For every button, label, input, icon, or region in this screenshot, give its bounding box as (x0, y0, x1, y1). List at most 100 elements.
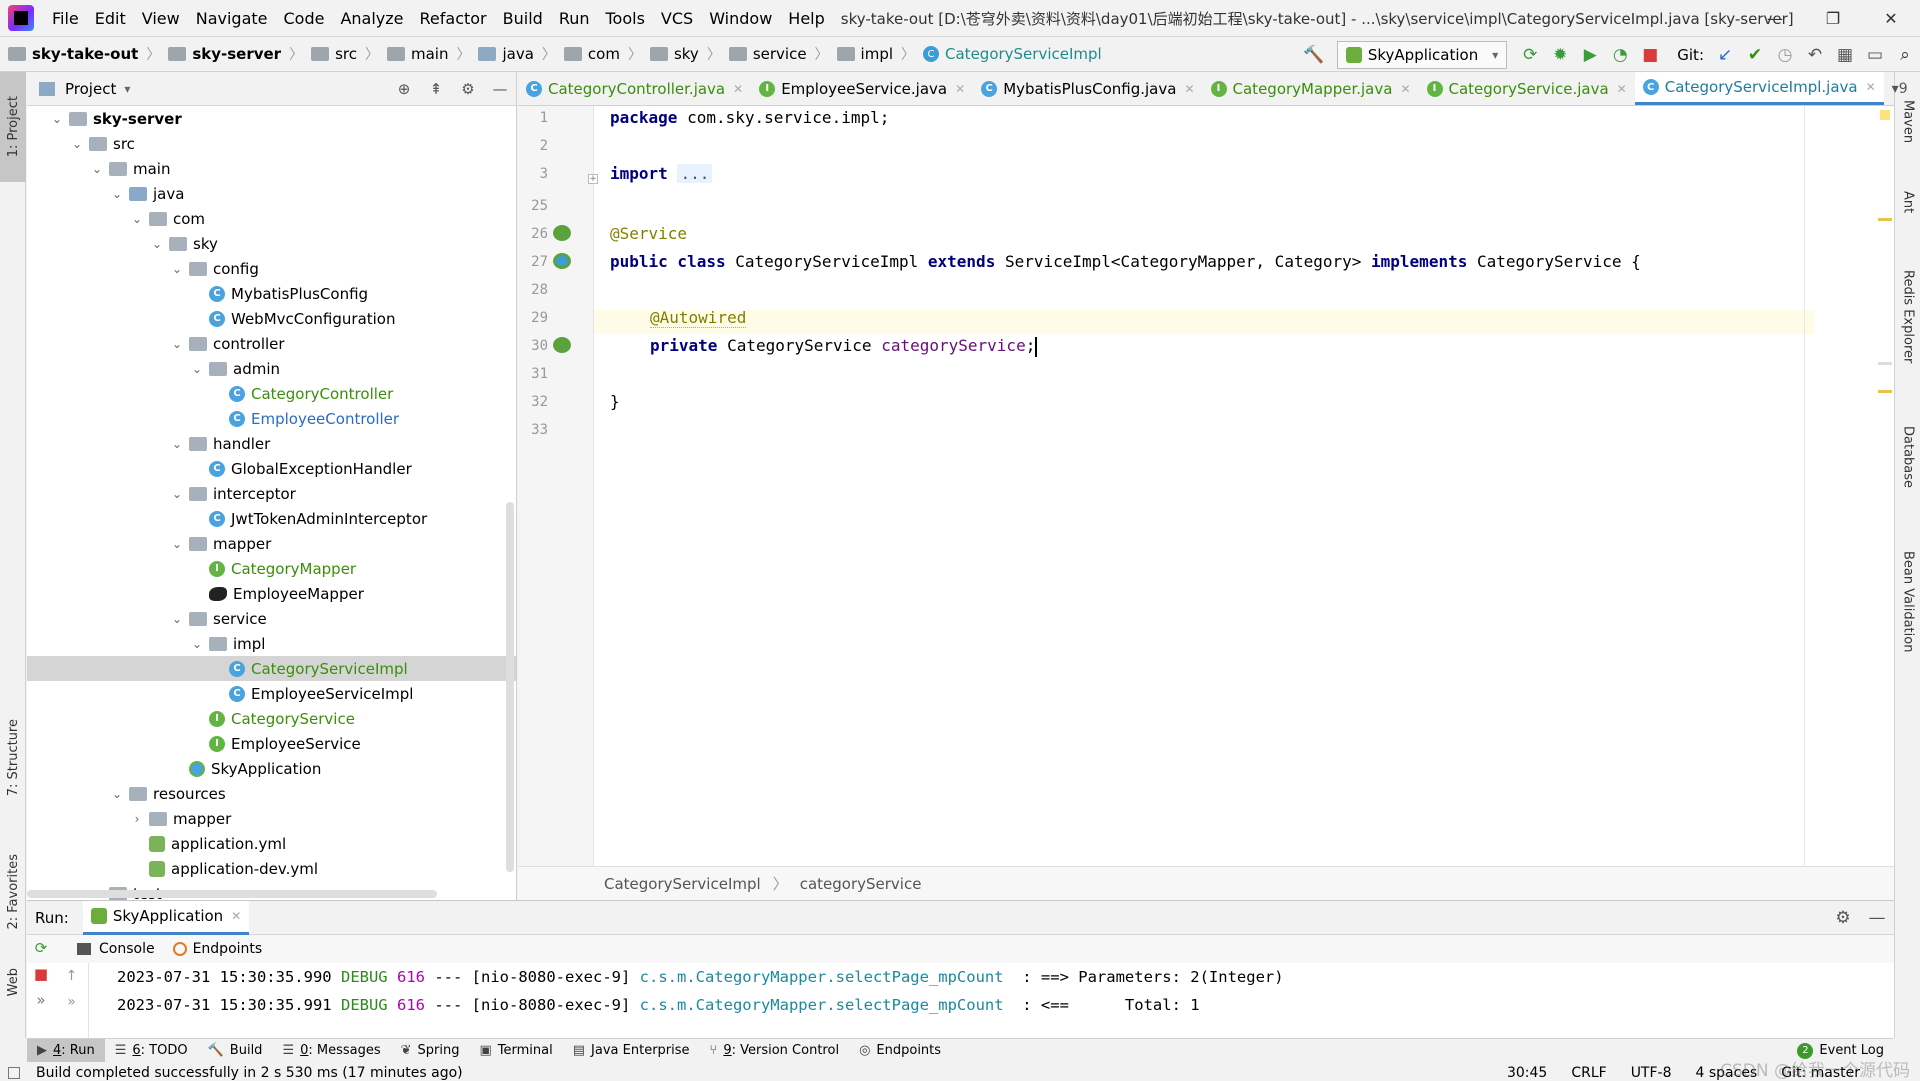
close-icon[interactable]: ✕ (1184, 82, 1194, 96)
tree-node[interactable]: EmployeeMapper (27, 581, 516, 606)
coverage-icon[interactable]: ▶ (1575, 40, 1605, 70)
editor-tab[interactable]: I CategoryMapper.java ✕ (1203, 72, 1419, 105)
editor-tab[interactable]: C CategoryController.java ✕ (518, 72, 751, 105)
vertical-scrollbar[interactable] (506, 502, 514, 872)
tree-node[interactable]: › mapper (27, 806, 516, 831)
spring-bean-icon[interactable] (552, 224, 572, 242)
stop-icon[interactable]: ■ (27, 961, 55, 987)
crumb-impl[interactable]: impl 〉 (829, 44, 915, 64)
tree-node[interactable]: C WebMvcConfiguration (27, 306, 516, 331)
editor-tab[interactable]: C MybatisPlusConfig.java ✕ (973, 72, 1202, 105)
search-icon[interactable]: ⌕ (1890, 40, 1920, 70)
tree-node[interactable]: ⌄ com (27, 206, 516, 231)
tool-tab-bean-validation[interactable]: Bean Validation (1895, 522, 1920, 682)
chevron-down-icon[interactable]: ⌄ (169, 537, 185, 551)
chevron-down-icon[interactable]: ⌄ (169, 487, 185, 501)
bottom-tool-button[interactable]: ❦ Spring (391, 1039, 470, 1063)
build-hammer-icon[interactable]: 🔨 (1299, 40, 1329, 70)
tree-node[interactable]: ⌄ sky-server (27, 106, 516, 131)
git-commit-icon[interactable]: ✔ (1740, 40, 1770, 70)
console-tab[interactable]: Console (77, 941, 155, 957)
git-history-icon[interactable]: ◷ (1770, 40, 1800, 70)
scroll-up-icon[interactable]: ↑ (55, 963, 88, 989)
chevron-down-icon[interactable]: ⌄ (169, 612, 185, 626)
menu-refactor[interactable]: Refactor (412, 9, 495, 28)
chevron-down-icon[interactable]: ⌄ (109, 787, 125, 801)
hide-icon[interactable]: — (1860, 908, 1894, 928)
chevron-down-icon[interactable]: ⌄ (169, 262, 185, 276)
tree-node[interactable]: SkyApplication (27, 756, 516, 781)
chevron-down-icon[interactable]: ⌄ (169, 337, 185, 351)
tree-node[interactable]: application-dev.yml (27, 856, 516, 881)
bottom-tool-button[interactable]: ⑂ 9: Version Control (700, 1039, 850, 1063)
chevron-right-icon[interactable]: › (129, 812, 145, 826)
tool-tab-web[interactable]: Web (0, 952, 26, 1012)
chevron-down-icon[interactable]: ⌄ (129, 212, 145, 226)
line-marker[interactable] (1878, 362, 1892, 365)
error-stripe[interactable] (1876, 106, 1894, 866)
crumb-main[interactable]: main 〉 (379, 44, 470, 64)
tree-node[interactable]: ⌄ src (27, 131, 516, 156)
editor-tab[interactable]: I EmployeeService.java ✕ (751, 72, 973, 105)
tree-node[interactable]: ⌄ handler (27, 431, 516, 456)
tool-tab-favorites[interactable]: 2: Favorites (0, 842, 26, 942)
menu-edit[interactable]: Edit (87, 9, 134, 28)
tree-node[interactable]: ⌄ config (27, 256, 516, 281)
chevron-down-icon[interactable]: ⌄ (69, 137, 85, 151)
line-separator[interactable]: CRLF (1571, 1065, 1606, 1081)
presentation-icon[interactable]: ▭ (1860, 40, 1890, 70)
breadcrumb-field[interactable]: categoryService (800, 875, 922, 893)
locate-icon[interactable]: ⊕ (388, 80, 420, 98)
crumb-com[interactable]: com 〉 (556, 44, 642, 64)
tool-tab-project[interactable]: 1: Project (0, 72, 26, 182)
editor-tab[interactable]: I CategoryService.java ✕ (1419, 72, 1635, 105)
tree-node[interactable]: C EmployeeController (27, 406, 516, 431)
status-toggle-icon[interactable] (8, 1067, 20, 1079)
tree-node[interactable]: C CategoryController (27, 381, 516, 406)
menu-view[interactable]: View (134, 9, 188, 28)
breadcrumb-class[interactable]: CategoryServiceImpl (604, 875, 761, 893)
chevron-down-icon[interactable]: ⌄ (89, 162, 105, 176)
tree-node[interactable]: I CategoryMapper (27, 556, 516, 581)
close-icon[interactable]: ✕ (1866, 80, 1876, 94)
chevron-down-icon[interactable]: ⌄ (189, 637, 205, 651)
bottom-tool-button[interactable]: ▣ Terminal (470, 1039, 563, 1063)
debug-icon[interactable]: ✹ (1545, 40, 1575, 70)
tree-node[interactable]: ⌄ sky (27, 231, 516, 256)
menu-vcs[interactable]: VCS (653, 9, 701, 28)
code-area[interactable]: package com.sky.service.impl; import ...… (594, 106, 1814, 866)
project-structure-icon[interactable]: ▦ (1830, 40, 1860, 70)
gear-icon[interactable]: ⚙ (452, 80, 484, 98)
crumb-service[interactable]: service 〉 (721, 44, 829, 64)
menu-run[interactable]: Run (551, 9, 598, 28)
tabs-overflow-button[interactable]: ▾9 (1884, 72, 1916, 105)
endpoints-tab[interactable]: Endpoints (172, 941, 262, 957)
horizontal-scrollbar[interactable] (27, 890, 437, 898)
chevron-down-icon[interactable]: ▾ (124, 82, 130, 96)
menu-file[interactable]: File (44, 9, 87, 28)
run-configuration-select[interactable]: SkyApplication ▾ (1336, 41, 1508, 69)
menu-code[interactable]: Code (276, 9, 333, 28)
folded-imports[interactable]: ... (677, 164, 713, 183)
tool-tab-redis-explorer[interactable]: Redis Explorer (1895, 242, 1920, 392)
profile-icon[interactable]: ◔ (1605, 40, 1635, 70)
close-window-button[interactable]: ✕ (1862, 0, 1920, 36)
tree-node[interactable]: I EmployeeService (27, 731, 516, 756)
rerun-icon[interactable]: ⟳ (1515, 40, 1545, 70)
tree-node[interactable]: ⌄ service (27, 606, 516, 631)
tree-node[interactable]: ⌄ impl (27, 631, 516, 656)
hide-icon[interactable]: — (484, 80, 516, 98)
menu-help[interactable]: Help (780, 9, 832, 28)
close-icon[interactable]: ✕ (955, 82, 965, 96)
tool-tab-structure[interactable]: 7: Structure (0, 708, 26, 808)
tree-node[interactable]: ⌄ admin (27, 356, 516, 381)
menu-window[interactable]: Window (701, 9, 780, 28)
chevron-down-icon[interactable]: ⌄ (189, 362, 205, 376)
close-icon[interactable]: ✕ (231, 909, 241, 923)
git-update-icon[interactable]: ↙ (1710, 40, 1740, 70)
run-tab-skyapplication[interactable]: SkyApplication ✕ (82, 900, 250, 935)
chevron-down-icon[interactable]: ⌄ (149, 237, 165, 251)
crumb-class[interactable]: C CategoryServiceImpl (915, 45, 1102, 63)
tree-node[interactable]: I CategoryService (27, 706, 516, 731)
tree-node[interactable]: C CategoryServiceImpl (27, 656, 516, 681)
